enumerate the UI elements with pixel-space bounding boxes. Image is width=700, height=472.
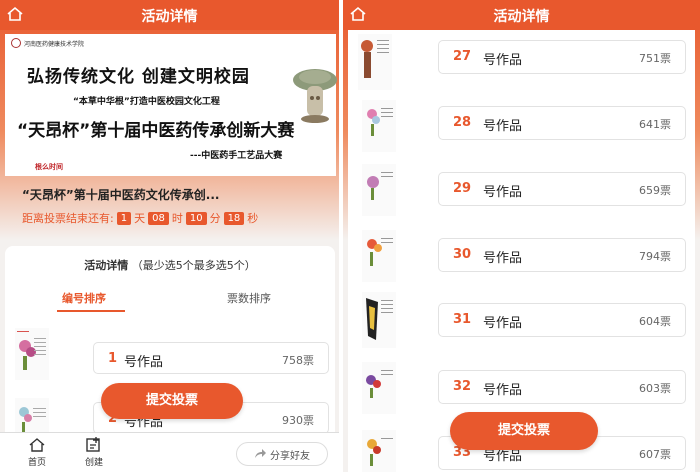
entry-thumbnail[interactable] bbox=[362, 230, 396, 282]
countdown-days: 1 bbox=[116, 211, 132, 225]
entry-votes: 641票 bbox=[639, 118, 671, 131]
entry-label: 号作品 bbox=[124, 355, 164, 370]
entry-item[interactable]: 30 号作品 794票 bbox=[438, 238, 686, 272]
entry-number: 27 bbox=[453, 49, 472, 64]
entry-number: 32 bbox=[453, 379, 472, 394]
tab-home[interactable]: 首页 bbox=[22, 437, 52, 468]
entry-item[interactable]: 29 号作品 659票 bbox=[438, 172, 686, 206]
entry-label: 号作品 bbox=[483, 251, 523, 266]
right-phone-screen: 活动详情 27 号作品 751票 28 号作品 641票 29 号作品 659票… bbox=[343, 0, 700, 472]
entry-item[interactable]: 31 号作品 604票 bbox=[438, 303, 686, 337]
entry-item[interactable]: 27 号作品 751票 bbox=[438, 40, 686, 74]
entry-votes: 930票 bbox=[282, 414, 314, 427]
tab-home-label: 首页 bbox=[27, 458, 46, 468]
school-name: 河南医药健康技术学院 bbox=[11, 38, 84, 48]
create-icon bbox=[86, 437, 100, 452]
entry-number: 29 bbox=[453, 181, 472, 196]
entry-label: 号作品 bbox=[483, 185, 523, 200]
entry-number: 31 bbox=[453, 312, 472, 327]
entry-thumbnail[interactable] bbox=[362, 164, 396, 216]
card-selection-rule: （最少选5个最多选5个） bbox=[131, 259, 256, 272]
entry-votes: 758票 bbox=[282, 354, 314, 367]
school-label: 河南医药健康技术学院 bbox=[24, 40, 85, 48]
entry-thumbnail[interactable] bbox=[362, 430, 396, 472]
home-icon bbox=[29, 438, 45, 452]
app-header: 活动详情 bbox=[0, 0, 339, 30]
mushroom-ornament-image bbox=[293, 69, 337, 123]
entry-votes: 751票 bbox=[639, 52, 671, 65]
banner-subtitle: “本草中华根”打造中医校园文化工程 bbox=[73, 97, 220, 107]
tab-create-label: 创建 bbox=[84, 458, 103, 468]
entry-thumbnail[interactable] bbox=[358, 34, 392, 90]
entry-votes: 794票 bbox=[639, 250, 671, 263]
countdown-days-unit: 天 bbox=[134, 212, 146, 225]
entry-thumbnail[interactable] bbox=[362, 362, 396, 414]
submit-vote-button[interactable]: 提交投票 bbox=[450, 412, 598, 450]
entry-votes: 607票 bbox=[639, 448, 671, 461]
share-icon bbox=[255, 449, 266, 458]
tab-number-sort[interactable]: 编号排序 bbox=[62, 290, 106, 306]
banner-stamp: 根么时间 bbox=[35, 163, 63, 171]
countdown-minutes-unit: 分 bbox=[209, 212, 221, 225]
countdown-minutes: 10 bbox=[185, 211, 207, 225]
page-title: 活动详情 bbox=[141, 9, 198, 25]
entry-votes: 603票 bbox=[639, 382, 671, 395]
share-friends-button[interactable]: 分享好友 bbox=[236, 442, 328, 466]
entry-item[interactable]: 32 号作品 603票 bbox=[438, 370, 686, 404]
entry-votes: 659票 bbox=[639, 184, 671, 197]
entry-number: 1 bbox=[108, 351, 118, 366]
countdown-hours: 08 bbox=[148, 211, 169, 225]
entry-list: 27 号作品 751票 28 号作品 641票 29 号作品 659票 30 号… bbox=[348, 30, 695, 472]
countdown-seconds-unit: 秒 bbox=[247, 212, 259, 225]
entry-label: 号作品 bbox=[483, 316, 523, 331]
banner-contest-title: “天昂杯”第十届中医药传承创新大赛 bbox=[17, 121, 295, 141]
vote-countdown: 距离投票结束还有: 1 天 08 时 10 分 18 秒 bbox=[22, 210, 258, 226]
entry-thumbnail[interactable] bbox=[362, 292, 396, 348]
tab-vote-sort[interactable]: 票数排序 bbox=[227, 290, 271, 306]
countdown-hours-unit: 时 bbox=[171, 212, 183, 225]
entry-votes: 604票 bbox=[639, 315, 671, 328]
active-tab-indicator bbox=[57, 310, 125, 312]
entry-thumbnail[interactable] bbox=[15, 328, 49, 380]
banner-slogan: 弘扬传统文化 创建文明校园 bbox=[27, 67, 250, 87]
tab-create[interactable]: 创建 bbox=[79, 437, 109, 468]
entry-number: 30 bbox=[453, 247, 472, 262]
entry-number: 28 bbox=[453, 115, 472, 130]
countdown-label: 距离投票结束还有: bbox=[22, 212, 114, 225]
app-header: 活动详情 bbox=[343, 0, 700, 30]
screenshot-root: 活动详情 河南医药健康技术学院 弘扬传统文化 创建文明校园 “本草中华根”打造中… bbox=[0, 0, 700, 472]
card-title: 活动详情 （最少选5个最多选5个） bbox=[5, 257, 335, 273]
submit-vote-button[interactable]: 提交投票 bbox=[101, 383, 243, 419]
entry-item[interactable]: 28 号作品 641票 bbox=[438, 106, 686, 140]
page-title: 活动详情 bbox=[493, 9, 550, 25]
banner-contest-subtitle: ---中医药手工艺品大赛 bbox=[190, 151, 283, 161]
activity-title: “天昂杯”第十届中医药文化传承创... bbox=[22, 188, 220, 202]
entry-label: 号作品 bbox=[483, 53, 523, 68]
left-phone-screen: 活动详情 河南医药健康技术学院 弘扬传统文化 创建文明校园 “本草中华根”打造中… bbox=[0, 0, 339, 472]
entry-thumbnail[interactable] bbox=[362, 100, 396, 152]
school-logo-icon bbox=[11, 38, 21, 48]
activity-banner: 河南医药健康技术学院 弘扬传统文化 创建文明校园 “本草中华根”打造中医校园文化… bbox=[5, 34, 337, 176]
countdown-seconds: 18 bbox=[223, 211, 245, 225]
share-label: 分享好友 bbox=[270, 450, 310, 462]
card-heading: 活动详情 bbox=[84, 259, 129, 272]
entry-label: 号作品 bbox=[483, 383, 523, 398]
entry-item[interactable]: 1 号作品 758票 bbox=[93, 342, 329, 374]
entry-label: 号作品 bbox=[483, 119, 523, 134]
